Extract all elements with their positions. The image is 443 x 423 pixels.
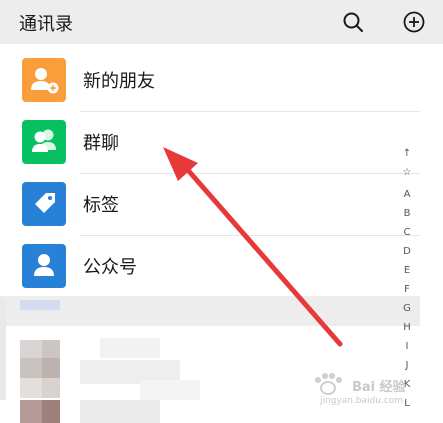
row-label-new-friends: 新的朋友: [83, 71, 155, 92]
add-friend-icon: [22, 58, 66, 102]
group-chat-icon: [22, 120, 66, 164]
index-letter[interactable]: I: [396, 341, 418, 352]
index-letter[interactable]: E: [396, 265, 418, 276]
row-label-group-chats: 群聊: [83, 133, 119, 154]
plus-circle-icon[interactable]: [403, 11, 425, 33]
row-group-chats[interactable]: 群聊: [0, 111, 420, 173]
index-letter[interactable]: C: [396, 227, 418, 238]
row-label-official-accounts: 公众号: [83, 257, 137, 278]
index-letter[interactable]: B: [396, 208, 418, 219]
index-star[interactable]: ☆: [396, 167, 418, 178]
index-letter[interactable]: G: [396, 303, 418, 314]
row-tags[interactable]: 标签: [0, 173, 420, 235]
index-letter[interactable]: A: [396, 189, 418, 200]
watermark-text: Bai 经验: [352, 380, 406, 395]
search-icon[interactable]: [342, 11, 364, 33]
top-bar: 通讯录: [0, 0, 443, 44]
row-new-friends[interactable]: 新的朋友: [0, 49, 420, 111]
index-letter[interactable]: F: [396, 284, 418, 295]
watermark-url: jingyan.baidu.com: [320, 396, 404, 406]
row-official-accounts[interactable]: 公众号: [0, 235, 420, 297]
index-letter[interactable]: D: [396, 246, 418, 257]
index-letter[interactable]: J: [396, 360, 418, 371]
tag-icon: [22, 182, 66, 226]
official-account-icon: [22, 244, 66, 288]
row-label-tags: 标签: [83, 195, 119, 216]
index-up-arrow[interactable]: ↑: [396, 148, 418, 159]
index-letter[interactable]: H: [396, 322, 418, 333]
section-header: [0, 296, 420, 326]
baidu-jingyan-watermark: Bai 经验 jingyan.baidu.com: [308, 372, 418, 412]
page-title: 通讯录: [19, 14, 73, 35]
paw-logo-icon: [315, 373, 342, 395]
